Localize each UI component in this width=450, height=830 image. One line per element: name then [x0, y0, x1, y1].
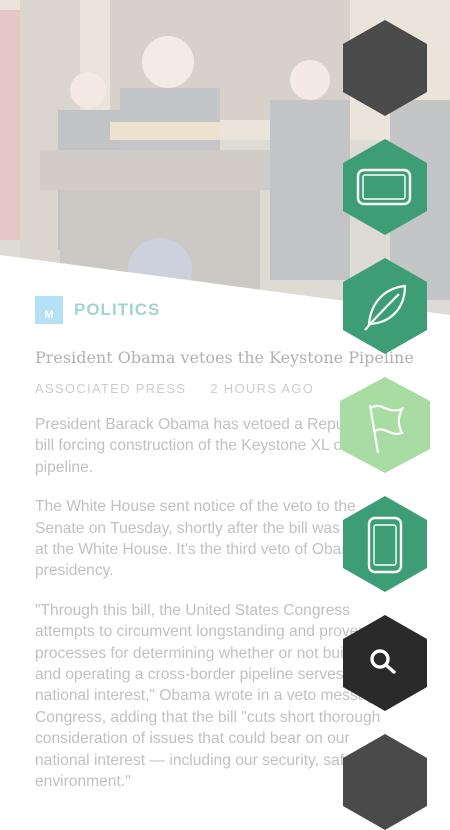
hex-menu-item-tablet-landscape[interactable]	[335, 139, 435, 235]
hex-menu-item-flag[interactable]	[330, 377, 440, 473]
article-source: ASSOCIATED PRESS	[35, 381, 187, 396]
hex-menu	[330, 0, 450, 830]
hex-menu-item-phone[interactable]	[335, 496, 435, 592]
hex-menu-item-top[interactable]	[335, 20, 435, 116]
hex-menu-item-search[interactable]	[335, 615, 435, 711]
hex-menu-item-bottom[interactable]	[335, 734, 435, 830]
article-time: 2 HOURS AGO	[210, 381, 315, 396]
section-name[interactable]: POLITICS	[74, 300, 160, 320]
section-logo: M	[35, 296, 63, 324]
hex-menu-item-leaf[interactable]	[335, 258, 435, 354]
